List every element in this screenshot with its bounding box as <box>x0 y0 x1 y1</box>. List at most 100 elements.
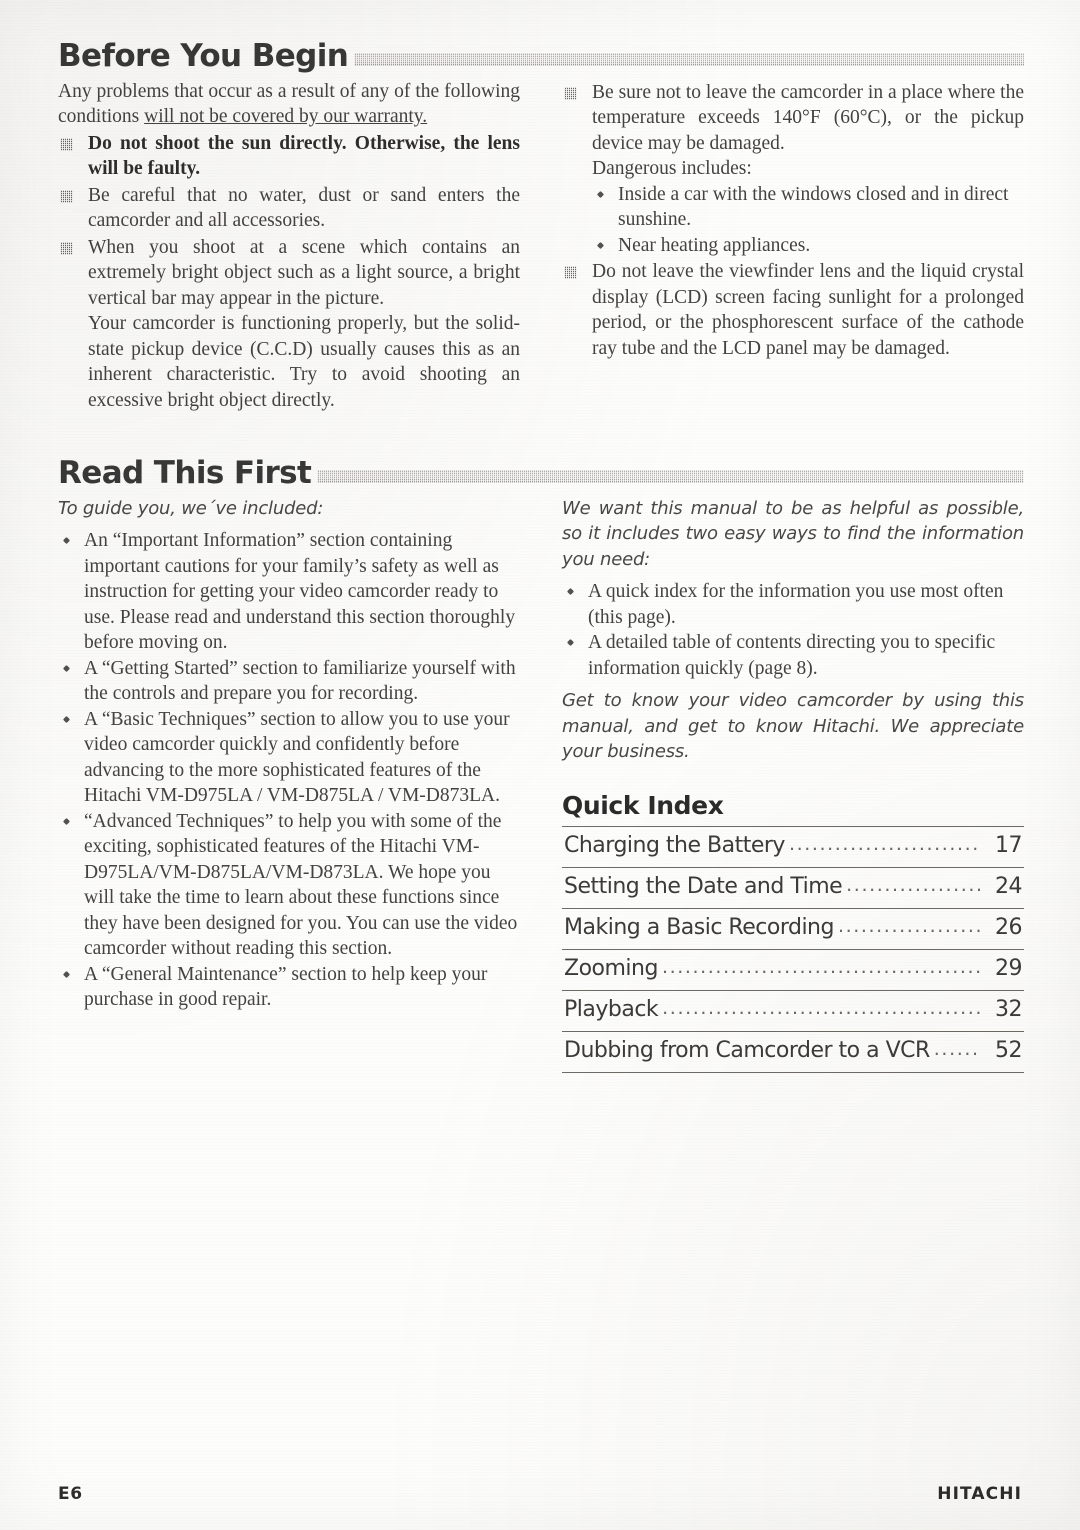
quick-index-page-number: 52 <box>995 1037 1023 1063</box>
quick-index-page-number: 26 <box>995 914 1023 940</box>
section-header-read-this-first: Read This First <box>58 457 1024 490</box>
guide-intro-italic: To guide you, we´ve included: <box>58 497 324 519</box>
list-item: An “Important Information” section conta… <box>58 528 520 656</box>
dangerous-items-wrapper: Inside a car with the windows closed and… <box>562 182 1024 259</box>
list-item-text: An “Important Information” section conta… <box>84 530 516 654</box>
manual-page: Before You Begin Any problems that occur… <box>0 0 1080 1530</box>
list-item-text: A “General Maintenance” section to help … <box>84 963 488 1011</box>
quick-index-page-number: 29 <box>995 955 1023 981</box>
leader-dots: ........................................… <box>933 1037 980 1060</box>
bullet-continuation-paragraph: Your camcorder is functioning properly, … <box>88 313 520 411</box>
leader-dots: ........................................… <box>788 832 980 855</box>
square-bullet-icon <box>564 266 577 280</box>
bullet-text: Be careful that no water, dust or sand e… <box>88 184 520 232</box>
list-item-text: A detailed table of contents directing y… <box>588 632 996 679</box>
list-item: “Advanced Techniques” to help you with s… <box>58 809 520 962</box>
list-item: A quick index for the information you us… <box>562 579 1024 630</box>
dot-bullet-icon <box>62 537 71 545</box>
left-column: Any problems that occur as a result of a… <box>58 79 520 414</box>
leader-dots: ........................................… <box>661 955 980 978</box>
heading-decorative-bar <box>317 469 1024 483</box>
bullet-item: Do not leave the viewfinder lens and the… <box>562 259 1024 361</box>
quick-index-label: Setting the Date and Time <box>564 873 843 899</box>
quick-index-page-number: 24 <box>995 873 1023 899</box>
leader-dots: ........................................… <box>846 873 980 896</box>
square-bullet-icon <box>60 189 73 203</box>
quick-index-row[interactable]: Charging the Battery ...................… <box>562 827 1024 868</box>
list-item-text: A “Getting Started” section to familiari… <box>84 657 516 705</box>
dot-bullet-icon <box>596 190 605 198</box>
quick-index-label: Playback <box>564 996 659 1022</box>
dot-bullet-icon <box>62 817 71 825</box>
before-you-begin-bullets-right: Be sure not to leave the camcorder in a … <box>562 80 1024 157</box>
square-bullet-icon <box>564 86 577 100</box>
list-item: Near heating appliances. <box>592 233 1024 259</box>
dangerous-includes-label: Dangerous includes: <box>592 158 752 180</box>
quick-index-label: Making a Basic Recording <box>564 914 834 940</box>
leader-dots: ........................................… <box>662 996 980 1019</box>
list-item-text: Inside a car with the windows closed and… <box>618 183 1009 231</box>
dangerous-items-list: Inside a car with the windows closed and… <box>592 182 1024 259</box>
left-column: To guide you, we´ve included: An “Import… <box>58 496 520 1073</box>
section-header-before-you-begin: Before You Begin <box>58 40 1024 73</box>
bullet-item: Be careful that no water, dust or sand e… <box>58 183 520 234</box>
bullet-item: Be sure not to leave the camcorder in a … <box>562 80 1024 157</box>
closing-italic-paragraph: Get to know your video camcorder by usin… <box>562 690 1024 763</box>
warranty-lead-paragraph: Any problems that occur as a result of a… <box>58 79 520 130</box>
manual-intro-italic: We want this manual to be as helpful as … <box>562 497 1024 570</box>
quick-index-label: Dubbing from Camcorder to a VCR <box>564 1037 930 1063</box>
list-item: A “General Maintenance” section to help … <box>58 962 520 1013</box>
section-columns: Any problems that occur as a result of a… <box>58 79 1024 414</box>
page-content: Before You Begin Any problems that occur… <box>58 40 1024 1073</box>
list-item: A “Getting Started” section to familiari… <box>58 656 520 707</box>
bullet-item: When you shoot at a scene which contains… <box>58 235 520 312</box>
right-column: We want this manual to be as helpful as … <box>562 496 1024 1073</box>
list-item-text: “Advanced Techniques” to help you with s… <box>84 810 518 960</box>
list-item-text: A quick index for the information you us… <box>588 581 1004 628</box>
square-bullet-icon <box>60 137 73 151</box>
quick-index-row[interactable]: Setting the Date and Time ..............… <box>562 868 1024 909</box>
section-title: Before You Begin <box>58 38 349 74</box>
list-item: A detailed table of contents directing y… <box>562 630 1024 681</box>
dot-bullet-icon <box>566 639 575 647</box>
page-number: E6 <box>58 1484 83 1504</box>
list-item: Inside a car with the windows closed and… <box>592 182 1024 233</box>
dot-bullet-icon <box>62 970 71 978</box>
warranty-underlined-text: will not be covered by our warranty. <box>144 106 428 128</box>
quick-index-row[interactable]: Zooming ................................… <box>562 950 1024 991</box>
quick-index-label: Zooming <box>564 955 658 981</box>
brand-logo-text: HITACHI <box>937 1484 1022 1504</box>
bullet-text: When you shoot at a scene which contains… <box>88 236 520 309</box>
before-you-begin-bullets-right-2: Do not leave the viewfinder lens and the… <box>562 259 1024 361</box>
right-column: Be sure not to leave the camcorder in a … <box>562 79 1024 414</box>
leader-dots: ........................................… <box>837 914 980 937</box>
quick-index-page-number: 32 <box>995 996 1023 1022</box>
quick-index-page-number: 17 <box>995 832 1023 858</box>
section-title: Read This First <box>58 455 312 492</box>
read-this-first-bullets-right: A quick index for the information you us… <box>562 579 1024 681</box>
bullet-item: Do not shoot the sun directly. Otherwise… <box>58 131 520 182</box>
dot-bullet-icon <box>566 588 575 596</box>
list-item-text: A “Basic Techniques” section to allow yo… <box>84 708 510 807</box>
before-you-begin-bullets-left: Do not shoot the sun directly. Otherwise… <box>58 131 520 312</box>
bullet-text: Do not leave the viewfinder lens and the… <box>592 261 1024 359</box>
quick-index-row[interactable]: Dubbing from Camcorder to a VCR ........… <box>562 1032 1024 1073</box>
page-footer: E6 HITACHI <box>58 1484 1022 1504</box>
dot-bullet-icon <box>62 715 71 723</box>
dot-bullet-icon <box>596 241 605 249</box>
quick-index-title: Quick Index <box>562 790 724 820</box>
square-bullet-icon <box>60 241 73 255</box>
quick-index-row[interactable]: Making a Basic Recording ...............… <box>562 909 1024 950</box>
bullet-text: Do not shoot the sun directly. Otherwise… <box>88 132 520 180</box>
heading-decorative-bar <box>354 52 1024 66</box>
bullet-text: Be sure not to leave the camcorder in a … <box>592 81 1024 154</box>
quick-index-table: Charging the Battery ...................… <box>562 825 1024 1073</box>
list-item: A “Basic Techniques” section to allow yo… <box>58 707 520 809</box>
quick-index-row[interactable]: Playback ...............................… <box>562 991 1024 1032</box>
section-columns: To guide you, we´ve included: An “Import… <box>58 496 1024 1073</box>
dot-bullet-icon <box>62 664 71 672</box>
